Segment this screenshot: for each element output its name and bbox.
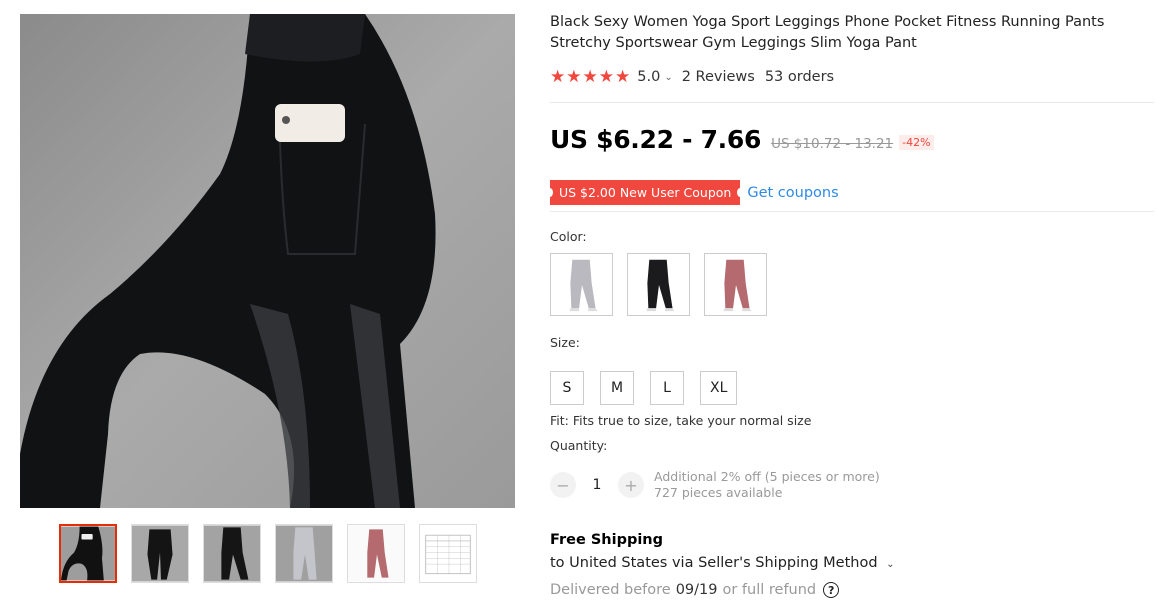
- shipping-title: Free Shipping: [550, 532, 664, 548]
- color-option-gray[interactable]: [550, 253, 613, 316]
- color-label: Color:: [550, 229, 587, 244]
- thumbnail-black-leggings-pocket[interactable]: [59, 524, 117, 583]
- shipping-destination[interactable]: to United States via Seller's Shipping M…: [550, 555, 895, 571]
- star-icon: ★: [615, 67, 631, 87]
- quantity-decrease-button[interactable]: −: [550, 472, 576, 498]
- pieces-available: 727 pieces available: [654, 485, 783, 500]
- quantity-label: Quantity:: [550, 438, 608, 453]
- thumbnail-strip: [59, 524, 477, 583]
- divider: [550, 102, 1154, 103]
- current-price: US $6.22 - 7.66: [550, 125, 762, 154]
- star-icon: ★: [566, 67, 582, 87]
- size-label: Size:: [550, 335, 580, 350]
- star-icon: ★: [550, 67, 566, 87]
- star-icon: ★: [598, 67, 614, 87]
- divider: [550, 211, 1154, 212]
- shipping-destination-text: to United States via Seller's Shipping M…: [550, 555, 878, 571]
- bulk-discount-note: Additional 2% off (5 pieces or more): [654, 469, 880, 484]
- thumbnail-black-leggings-side[interactable]: [203, 524, 261, 583]
- quantity-input[interactable]: 1: [576, 477, 618, 493]
- orders-count: 53 orders: [764, 69, 835, 85]
- discount-badge: -42%: [899, 135, 934, 150]
- chevron-down-icon: ⌄: [886, 559, 895, 570]
- reviews-link[interactable]: 2 Reviews: [682, 69, 755, 85]
- color-option-black[interactable]: [627, 253, 690, 316]
- rating-stars[interactable]: ★ ★ ★ ★ ★: [550, 68, 630, 86]
- rating-value[interactable]: 5.0: [637, 69, 660, 85]
- quantity-stepper: − 1 + Additional 2% off (5 pieces or mor…: [550, 469, 880, 501]
- thumbnail-size-chart[interactable]: [419, 524, 477, 583]
- size-option-l[interactable]: L: [650, 371, 684, 405]
- quantity-info: Additional 2% off (5 pieces or more) 727…: [654, 469, 880, 501]
- delivery-estimate: Delivered before 09/19 or full refund ?: [550, 582, 840, 598]
- get-coupons-link[interactable]: Get coupons: [747, 185, 838, 201]
- color-option-pink[interactable]: [704, 253, 767, 316]
- coupon-row: US $2.00 New User Coupon Get coupons: [546, 180, 839, 205]
- chevron-down-icon[interactable]: ⌄: [664, 72, 672, 83]
- star-icon: ★: [582, 67, 598, 87]
- main-product-image[interactable]: [20, 14, 515, 508]
- size-option-xl[interactable]: XL: [700, 371, 738, 405]
- thumbnail-gray-leggings[interactable]: [275, 524, 333, 583]
- size-options: S M L XL: [550, 371, 738, 405]
- original-price: US $10.72 - 13.21: [771, 136, 894, 152]
- product-title: Black Sexy Women Yoga Sport Leggings Pho…: [550, 14, 1105, 51]
- size-option-s[interactable]: S: [550, 371, 584, 405]
- fit-note: Fit: Fits true to size, take your normal…: [550, 413, 812, 428]
- thumbnail-pink-leggings[interactable]: [347, 524, 405, 583]
- price-row: US $6.22 - 7.66 US $10.72 - 13.21 -42%: [550, 125, 934, 154]
- delivery-date: 09/19: [675, 582, 718, 598]
- help-icon[interactable]: ?: [823, 582, 840, 598]
- quantity-increase-button[interactable]: +: [618, 472, 644, 498]
- product-info: Black Sexy Women Yoga Sport Leggings Pho…: [546, 12, 1155, 598]
- color-options: [550, 253, 767, 316]
- rating-row: ★ ★ ★ ★ ★ 5.0 ⌄ 2 Reviews 53 orders: [550, 67, 834, 87]
- new-user-coupon-badge[interactable]: US $2.00 New User Coupon: [546, 180, 744, 205]
- delivery-suffix: or full refund: [722, 582, 817, 598]
- size-option-m[interactable]: M: [600, 371, 634, 405]
- thumbnail-black-leggings-back[interactable]: [131, 524, 189, 583]
- delivery-prefix: Delivered before: [550, 582, 671, 598]
